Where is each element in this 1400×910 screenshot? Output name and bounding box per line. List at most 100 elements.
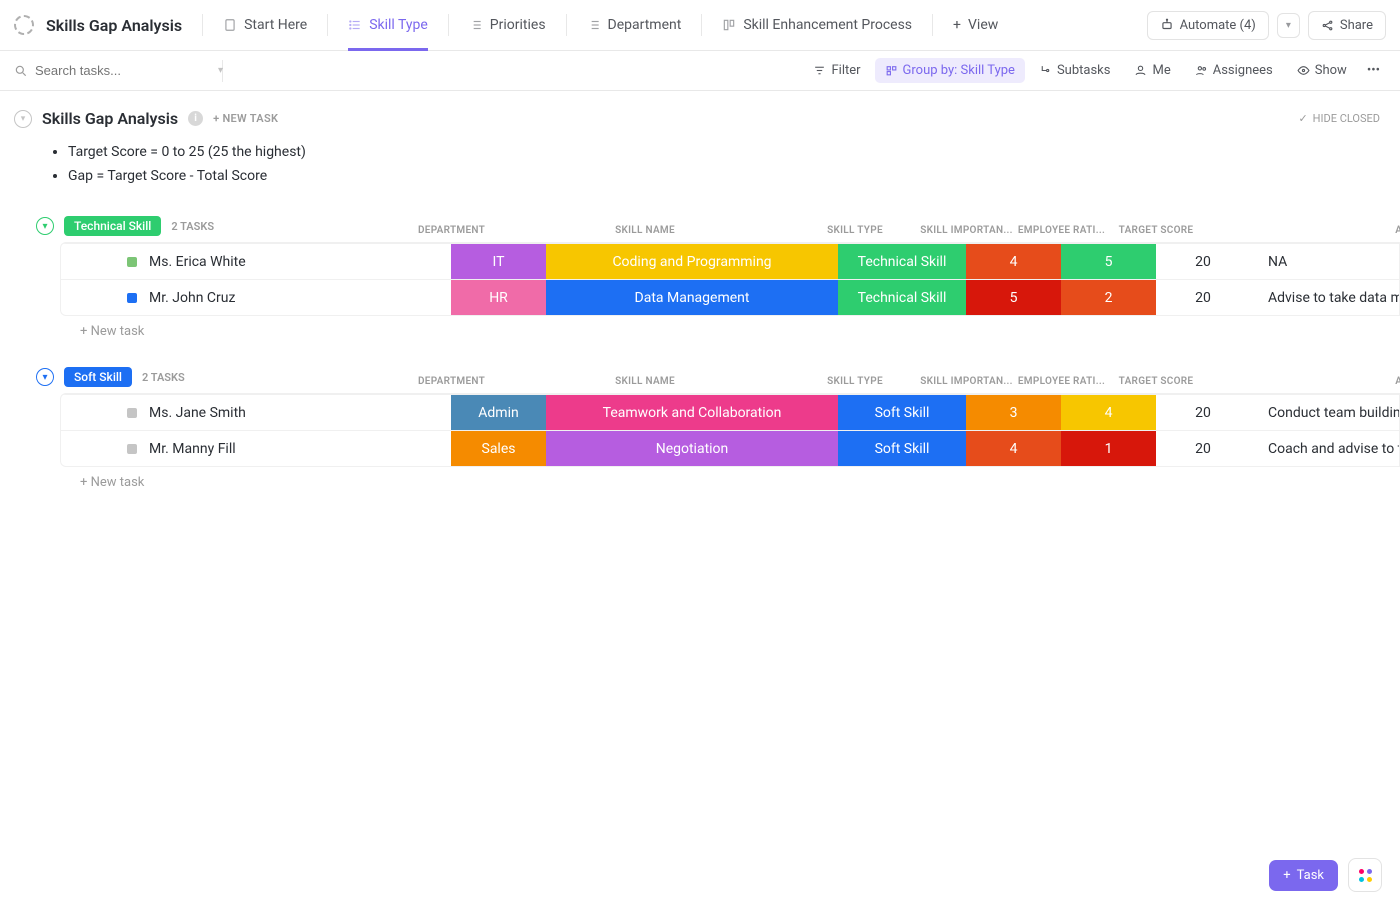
plus-icon: + bbox=[1283, 868, 1290, 883]
divider bbox=[701, 14, 702, 36]
me-label: Me bbox=[1152, 63, 1170, 78]
col-target-score[interactable]: TARGET SCORE bbox=[1109, 376, 1203, 387]
cell-employee-rating[interactable]: 2 bbox=[1061, 280, 1156, 315]
cell-target-score[interactable]: 20 bbox=[1156, 280, 1250, 315]
automate-dropdown[interactable]: ▾ bbox=[1277, 13, 1300, 38]
col-skill-type[interactable]: SKILL TYPE bbox=[791, 376, 919, 387]
col-target-score[interactable]: TARGET SCORE bbox=[1109, 225, 1203, 236]
filter-button[interactable]: Filter bbox=[803, 58, 870, 83]
new-task-inline-button[interactable]: + NEW TASK bbox=[213, 112, 278, 125]
group-chip[interactable]: Soft Skill bbox=[64, 367, 132, 387]
info-icon[interactable]: i bbox=[188, 111, 203, 126]
col-skill-importance[interactable]: SKILL IMPORTAN... bbox=[919, 376, 1014, 387]
tab-skill-enhancement[interactable]: Skill Enhancement Process bbox=[708, 0, 926, 51]
table-row[interactable]: Ms. Erica White IT Coding and Programmin… bbox=[61, 243, 1399, 279]
cell-target-score[interactable]: 20 bbox=[1156, 244, 1250, 279]
assignees-label: Assignees bbox=[1213, 63, 1273, 78]
tab-priorities[interactable]: Priorities bbox=[455, 0, 560, 51]
cell-skill-importance[interactable]: 3 bbox=[966, 395, 1061, 430]
cell-employee-rating[interactable]: 1 bbox=[1061, 431, 1156, 466]
col-skill-importance[interactable]: SKILL IMPORTAN... bbox=[919, 225, 1014, 236]
add-view-button[interactable]: + View bbox=[939, 0, 1012, 51]
tab-skill-type[interactable]: Skill Type bbox=[334, 0, 442, 51]
tab-start-here[interactable]: Start Here bbox=[209, 0, 321, 51]
new-task-fab[interactable]: + Task bbox=[1269, 860, 1338, 891]
doc-icon bbox=[223, 18, 237, 32]
col-employee-rating[interactable]: EMPLOYEE RATI... bbox=[1014, 225, 1109, 236]
tab-label: Priorities bbox=[490, 17, 546, 33]
collapse-list-button[interactable]: ▾ bbox=[14, 110, 32, 128]
collapse-group-button[interactable]: ▾ bbox=[36, 217, 54, 235]
users-icon bbox=[1195, 64, 1208, 77]
cell-target-score[interactable]: 20 bbox=[1156, 431, 1250, 466]
subtasks-button[interactable]: Subtasks bbox=[1029, 58, 1121, 83]
cell-department[interactable]: IT bbox=[451, 244, 546, 279]
chevron-down-icon[interactable]: ▾ bbox=[218, 65, 223, 76]
cell-skill-type[interactable]: Soft Skill bbox=[838, 395, 966, 430]
col-employee-rating[interactable]: EMPLOYEE RATI... bbox=[1014, 376, 1109, 387]
table-row[interactable]: Mr. John Cruz HR Data Management Technic… bbox=[61, 279, 1399, 315]
cell-skill-type[interactable]: Technical Skill bbox=[838, 244, 966, 279]
cell-target-score[interactable]: 20 bbox=[1156, 395, 1250, 430]
status-square-icon bbox=[127, 408, 137, 418]
cell-employee-rating[interactable]: 5 bbox=[1061, 244, 1156, 279]
col-skill-name[interactable]: SKILL NAME bbox=[499, 225, 791, 236]
assignees-button[interactable]: Assignees bbox=[1185, 58, 1283, 83]
hide-closed-button[interactable]: ✓ HIDE CLOSED bbox=[1298, 112, 1380, 125]
col-department[interactable]: DEPARTMENT bbox=[404, 376, 499, 387]
new-task-row-button[interactable]: + New task bbox=[14, 316, 1400, 339]
cell-action[interactable]: NA bbox=[1250, 244, 1400, 279]
page-title: Skills Gap Analysis bbox=[46, 16, 182, 35]
list-description: Target Score = 0 to 25 (25 the highest) … bbox=[14, 136, 1400, 188]
search-input[interactable] bbox=[35, 63, 211, 78]
table-row[interactable]: Ms. Jane Smith Admin Teamwork and Collab… bbox=[61, 394, 1399, 430]
group-by-button[interactable]: Group by: Skill Type bbox=[875, 58, 1025, 83]
subtask-icon bbox=[1039, 64, 1052, 77]
cell-skill-importance[interactable]: 4 bbox=[966, 244, 1061, 279]
show-button[interactable]: Show bbox=[1287, 58, 1357, 83]
collapse-group-button[interactable]: ▾ bbox=[36, 368, 54, 386]
task-count: 2 TASKS bbox=[171, 220, 214, 233]
cell-skill-name[interactable]: Coding and Programming bbox=[546, 244, 838, 279]
apps-fab[interactable] bbox=[1348, 858, 1382, 892]
search-input-wrap[interactable]: ▾ bbox=[14, 63, 214, 78]
cell-skill-importance[interactable]: 4 bbox=[966, 431, 1061, 466]
desc-line: Target Score = 0 to 25 (25 the highest) bbox=[68, 140, 1400, 164]
automate-button[interactable]: Automate (4) bbox=[1147, 11, 1269, 40]
cell-action[interactable]: Conduct team building activities. bbox=[1250, 395, 1400, 430]
tab-department[interactable]: Department bbox=[573, 0, 696, 51]
col-action[interactable]: ACTION bbox=[1203, 225, 1400, 236]
subtasks-label: Subtasks bbox=[1057, 63, 1111, 78]
cell-skill-name[interactable]: Negotiation bbox=[546, 431, 838, 466]
cell-employee-rating[interactable]: 4 bbox=[1061, 395, 1156, 430]
col-skill-name[interactable]: SKILL NAME bbox=[499, 376, 791, 387]
task-name: Ms. Erica White bbox=[149, 254, 246, 270]
col-department[interactable]: DEPARTMENT bbox=[404, 225, 499, 236]
cell-action[interactable]: Coach and advise to take negotiati bbox=[1250, 431, 1400, 466]
cell-skill-name[interactable]: Teamwork and Collaboration bbox=[546, 395, 838, 430]
me-button[interactable]: Me bbox=[1124, 58, 1180, 83]
cell-department[interactable]: Sales bbox=[451, 431, 546, 466]
task-name-cell[interactable]: Ms. Erica White bbox=[61, 244, 451, 279]
cell-department[interactable]: HR bbox=[451, 280, 546, 315]
share-icon bbox=[1321, 19, 1334, 32]
cell-department[interactable]: Admin bbox=[451, 395, 546, 430]
task-name-cell[interactable]: Ms. Jane Smith bbox=[61, 395, 451, 430]
more-button[interactable]: ••• bbox=[1361, 58, 1386, 83]
filter-icon bbox=[813, 64, 826, 77]
col-skill-type[interactable]: SKILL TYPE bbox=[791, 225, 919, 236]
cell-skill-type[interactable]: Soft Skill bbox=[838, 431, 966, 466]
cell-skill-importance[interactable]: 5 bbox=[966, 280, 1061, 315]
add-view-label: View bbox=[968, 17, 998, 33]
status-square-icon bbox=[127, 257, 137, 267]
cell-action[interactable]: Advise to take data management c bbox=[1250, 280, 1400, 315]
col-action[interactable]: ACTION bbox=[1203, 376, 1400, 387]
task-name-cell[interactable]: Mr. Manny Fill bbox=[61, 431, 451, 466]
new-task-row-button[interactable]: + New task bbox=[14, 467, 1400, 490]
cell-skill-type[interactable]: Technical Skill bbox=[838, 280, 966, 315]
share-button[interactable]: Share bbox=[1308, 11, 1386, 40]
table-row[interactable]: Mr. Manny Fill Sales Negotiation Soft Sk… bbox=[61, 430, 1399, 466]
group-chip[interactable]: Technical Skill bbox=[64, 216, 161, 236]
cell-skill-name[interactable]: Data Management bbox=[546, 280, 838, 315]
task-name-cell[interactable]: Mr. John Cruz bbox=[61, 280, 451, 315]
